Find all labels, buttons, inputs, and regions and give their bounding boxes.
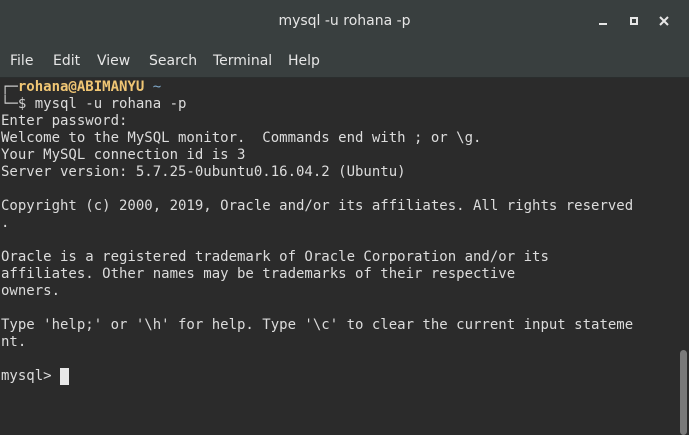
window-title: mysql -u rohana -p — [278, 13, 411, 29]
scrollbar-thumb[interactable] — [680, 350, 687, 435]
output-line: Welcome to the MySQL monitor. Commands e… — [1, 130, 482, 146]
output-line: Server version: 5.7.25-0ubuntu0.16.04.2 … — [1, 164, 406, 180]
prompt-corner-top: ┌─ — [1, 79, 18, 95]
prompt-corner-bottom: └─ — [1, 96, 18, 112]
close-button[interactable] — [656, 13, 672, 29]
prompt-line-1: ┌─rohana@ABIMANYU ~ — [1, 79, 161, 96]
terminal-output[interactable]: ┌─rohana@ABIMANYU ~ └─$ mysql -u rohana … — [0, 78, 676, 435]
output-line: affiliates. Other names may be trademark… — [1, 266, 516, 282]
output-line: nt. — [1, 334, 27, 350]
text-cursor — [60, 368, 70, 385]
mysql-prompt: mysql> — [1, 368, 61, 384]
menu-view[interactable]: View — [97, 53, 130, 69]
output-line: Copyright (c) 2000, 2019, Oracle and/or … — [1, 198, 634, 214]
mysql-prompt-line[interactable]: mysql> — [1, 368, 70, 385]
output-line: Type 'help;' or '\h' for help. Type '\c'… — [1, 317, 634, 333]
menu-edit[interactable]: Edit — [53, 53, 80, 69]
output-line: . — [1, 215, 10, 231]
maximize-button[interactable] — [626, 13, 642, 29]
output-line: Oracle is a registered trademark of Orac… — [1, 249, 549, 265]
output-line: Enter password: — [1, 113, 128, 129]
close-icon — [659, 16, 669, 26]
command-text: mysql -u rohana -p — [34, 96, 187, 112]
output-line: owners. — [1, 283, 61, 299]
menu-bar: File Edit View Search Terminal Help — [0, 44, 689, 78]
minimize-button[interactable] — [595, 13, 611, 29]
prompt-line-2: └─$ mysql -u rohana -p — [1, 96, 186, 113]
menu-help[interactable]: Help — [288, 53, 320, 69]
menu-terminal[interactable]: Terminal — [213, 53, 272, 69]
maximize-icon — [630, 17, 638, 25]
minimize-icon — [599, 23, 607, 25]
vertical-scrollbar[interactable] — [676, 78, 689, 435]
prompt-symbol: $ — [17, 96, 27, 112]
output-line: Your MySQL connection id is 3 — [1, 147, 246, 163]
menu-file[interactable]: File — [10, 53, 33, 69]
terminal-window: mysql -u rohana -p File Edit View Search… — [0, 0, 689, 435]
title-bar[interactable]: mysql -u rohana -p — [0, 0, 689, 44]
prompt-user: rohana@ABIMANYU — [17, 79, 145, 95]
menu-search[interactable]: Search — [149, 53, 197, 69]
prompt-dir: ~ — [152, 79, 162, 95]
